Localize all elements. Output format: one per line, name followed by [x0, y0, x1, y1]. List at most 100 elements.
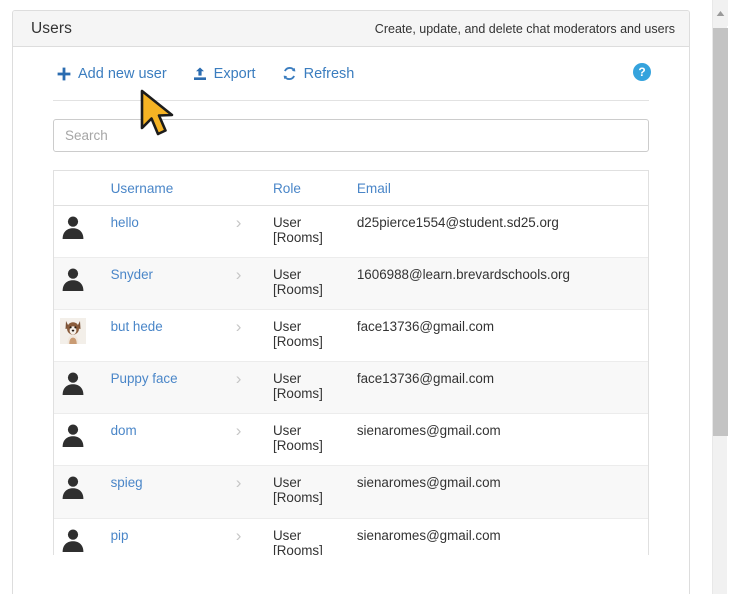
scroll-up-arrow-icon[interactable] [713, 0, 728, 26]
avatar-cell [54, 310, 105, 362]
table-row[interactable]: dom›User[Rooms]sienaromes@gmail.com04-Fe… [54, 414, 649, 466]
username-link[interactable]: Puppy face [111, 371, 178, 386]
role-cell: User[Rooms] [267, 466, 351, 518]
chevron-right-icon[interactable]: › [236, 265, 242, 284]
person-silhouette-avatar [60, 474, 99, 500]
row-expand-cell: › [230, 258, 267, 310]
username-link[interactable]: spieg [111, 475, 143, 490]
chevron-right-icon[interactable]: › [236, 317, 242, 336]
table-row[interactable]: Snyder›User[Rooms]1606988@learn.brevards… [54, 258, 649, 310]
username-link[interactable]: but hede [111, 319, 163, 334]
row-expand-cell: › [230, 518, 267, 555]
email-cell: sienaromes@gmail.com [351, 414, 649, 466]
table-body: hello›User[Rooms]d25pierce1554@student.s… [54, 206, 649, 556]
users-card: Users Create, update, and delete chat mo… [12, 10, 690, 594]
role-scope: [Rooms] [273, 543, 345, 555]
card-header: Users Create, update, and delete chat mo… [13, 11, 689, 47]
plus-icon [57, 67, 71, 81]
table-header-row: Username Role Email Created↑ Last login [54, 171, 649, 206]
role-cell: User[Rooms] [267, 414, 351, 466]
dog-photo-avatar [60, 318, 99, 344]
avatar-cell [54, 466, 105, 518]
refresh-label: Refresh [304, 66, 355, 82]
users-table-container: Username Role Email Created↑ Last login … [53, 170, 649, 555]
role-scope: [Rooms] [273, 230, 345, 245]
export-button[interactable]: Export [193, 66, 256, 82]
role-name: User [273, 267, 301, 282]
username-cell: Puppy face [105, 362, 230, 414]
page-title: Users [31, 20, 72, 38]
chevron-right-icon[interactable]: › [236, 213, 242, 232]
username-link[interactable]: dom [111, 423, 137, 438]
toolbar: Add new user Export [29, 47, 673, 100]
chevron-right-icon[interactable]: › [236, 421, 242, 440]
app-viewport: Users Create, update, and delete chat mo… [0, 0, 741, 594]
person-silhouette-avatar [60, 527, 99, 553]
row-expand-cell: › [230, 414, 267, 466]
table-row[interactable]: pip›User[Rooms]sienaromes@gmail.com04-Fe… [54, 518, 649, 555]
role-cell: User[Rooms] [267, 518, 351, 555]
role-name: User [273, 475, 301, 490]
column-header-username[interactable]: Username [105, 171, 267, 206]
search-area [29, 101, 673, 152]
username-link[interactable]: Snyder [111, 267, 153, 282]
role-scope: [Rooms] [273, 490, 345, 505]
role-scope: [Rooms] [273, 386, 345, 401]
avatar-cell [54, 362, 105, 414]
role-name: User [273, 423, 301, 438]
column-header-role[interactable]: Role [267, 171, 351, 206]
username-cell: hello [105, 206, 230, 258]
export-label: Export [214, 66, 256, 82]
role-scope: [Rooms] [273, 282, 345, 297]
search-input[interactable] [53, 119, 649, 152]
username-link[interactable]: pip [111, 528, 129, 543]
help-circle-icon[interactable]: ? [633, 63, 651, 81]
role-cell: User[Rooms] [267, 206, 351, 258]
row-expand-cell: › [230, 310, 267, 362]
table-head: Username Role Email Created↑ Last login [54, 171, 649, 206]
email-cell: sienaromes@gmail.com [351, 518, 649, 555]
avatar-cell [54, 414, 105, 466]
page-subtitle: Create, update, and delete chat moderato… [375, 22, 675, 36]
chevron-right-icon[interactable]: › [236, 369, 242, 388]
person-silhouette-avatar [60, 370, 99, 396]
add-new-user-button[interactable]: Add new user [57, 66, 167, 82]
row-expand-cell: › [230, 466, 267, 518]
card-body: Add new user Export [13, 47, 689, 555]
row-expand-cell: › [230, 362, 267, 414]
avatar-cell [54, 206, 105, 258]
table-row[interactable]: but hede›User[Rooms]face13736@gmail.com3… [54, 310, 649, 362]
column-header-spacer [54, 171, 105, 206]
username-link[interactable]: hello [111, 215, 139, 230]
users-table: Username Role Email Created↑ Last login … [54, 171, 649, 555]
role-cell: User[Rooms] [267, 258, 351, 310]
email-cell: face13736@gmail.com [351, 362, 649, 414]
person-silhouette-avatar [60, 266, 99, 292]
column-header-email[interactable]: Email [351, 171, 649, 206]
export-icon [193, 67, 207, 81]
role-scope: [Rooms] [273, 438, 345, 453]
row-expand-cell: › [230, 206, 267, 258]
username-cell: spieg [105, 466, 230, 518]
email-cell: d25pierce1554@student.sd25.org [351, 206, 649, 258]
avatar-cell [54, 518, 105, 555]
table-row[interactable]: spieg›User[Rooms]sienaromes@gmail.com04-… [54, 466, 649, 518]
role-name: User [273, 371, 301, 386]
role-name: User [273, 528, 301, 543]
role-cell: User[Rooms] [267, 362, 351, 414]
role-name: User [273, 319, 301, 334]
role-name: User [273, 215, 301, 230]
scrollbar-thumb[interactable] [713, 28, 728, 436]
add-new-user-label: Add new user [78, 66, 167, 82]
person-silhouette-avatar [60, 214, 99, 240]
username-cell: but hede [105, 310, 230, 362]
page-scrollbar[interactable] [712, 0, 727, 594]
table-row[interactable]: Puppy face›User[Rooms]face13736@gmail.co… [54, 362, 649, 414]
refresh-button[interactable]: Refresh [282, 66, 355, 82]
avatar-cell [54, 258, 105, 310]
chevron-right-icon[interactable]: › [236, 473, 242, 492]
role-scope: [Rooms] [273, 334, 345, 349]
chevron-right-icon[interactable]: › [236, 526, 242, 545]
username-cell: dom [105, 414, 230, 466]
table-row[interactable]: hello›User[Rooms]d25pierce1554@student.s… [54, 206, 649, 258]
